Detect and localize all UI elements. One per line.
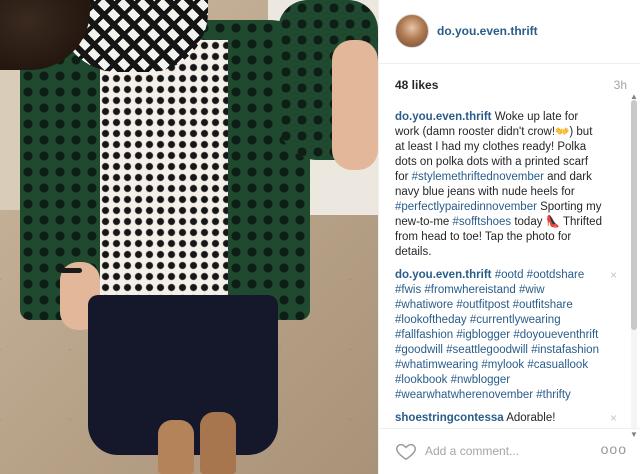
heart-outline-icon[interactable] bbox=[395, 440, 417, 462]
hashtag-link[interactable]: #mylook bbox=[481, 359, 524, 371]
comments-list: do.you.even.thrift Woke up late for work… bbox=[395, 110, 617, 426]
comment-text: today bbox=[511, 216, 546, 228]
hashtag-link[interactable]: #nwblogger bbox=[451, 374, 510, 386]
post-time: 3h bbox=[613, 78, 627, 92]
delete-comment-icon[interactable]: × bbox=[610, 269, 617, 281]
hashtag-link[interactable]: #thrifty bbox=[536, 389, 571, 401]
hashtag-link[interactable]: #outfitpost bbox=[456, 299, 509, 311]
comment-text: Adorable! bbox=[506, 412, 556, 424]
post-stats: 48 likes 3h bbox=[395, 78, 627, 94]
more-options-icon[interactable]: ooo bbox=[601, 441, 627, 457]
comments-scrollbar[interactable] bbox=[631, 100, 637, 430]
hashtag-link[interactable]: #lookbook bbox=[395, 374, 447, 386]
high-heel-emoji: 👠 bbox=[545, 216, 560, 228]
hashtag-link[interactable]: #instafashion bbox=[531, 344, 599, 356]
post-photo[interactable] bbox=[0, 0, 378, 474]
comment-username-link[interactable]: do.you.even.thrift bbox=[395, 269, 491, 281]
hashtag-link[interactable]: #whatimwearing bbox=[395, 359, 478, 371]
post-header: do.you.even.thrift bbox=[379, 0, 640, 64]
comment-item: do.you.even.thrift Woke up late for work… bbox=[395, 110, 617, 260]
hashtag-link[interactable]: #fwis bbox=[395, 284, 421, 296]
comment-username-link[interactable]: shoestringcontessa bbox=[395, 412, 504, 424]
hashtag-link[interactable]: #outfitshare bbox=[513, 299, 573, 311]
left-shoe bbox=[158, 420, 194, 474]
blouse bbox=[100, 40, 228, 320]
hashtag-link[interactable]: #ootdshare bbox=[527, 269, 585, 281]
hashtag-link[interactable]: #fromwhereistand bbox=[424, 284, 515, 296]
right-shoe bbox=[200, 412, 236, 474]
hashtag-link[interactable]: #stylemethriftednovember bbox=[412, 171, 544, 183]
comment-input[interactable] bbox=[425, 439, 585, 463]
hashtag-link[interactable]: #lookoftheday bbox=[395, 314, 467, 326]
header-username-link[interactable]: do.you.even.thrift bbox=[437, 24, 538, 38]
post-sidebar: do.you.even.thrift 48 likes 3h do.you.ev… bbox=[378, 0, 640, 474]
hashtag-link[interactable]: #igblogger bbox=[456, 329, 510, 341]
scrollbar-thumb[interactable] bbox=[631, 100, 637, 330]
hand bbox=[332, 40, 378, 170]
hashtag-link[interactable]: #fallfashion bbox=[395, 329, 453, 341]
scroll-up-arrow-icon[interactable]: ▲ bbox=[630, 92, 638, 101]
post-footer: ooo bbox=[379, 428, 640, 474]
comment-item: do.you.even.thrift #ootd #ootdshare #fwi… bbox=[395, 268, 617, 403]
hashtag-link[interactable]: #wearwhatwherenovember bbox=[395, 389, 533, 401]
hashtag-link[interactable]: #doyoueventhrift bbox=[513, 329, 598, 341]
hashtag-link[interactable]: #wiw bbox=[519, 284, 545, 296]
likes-count[interactable]: 48 likes bbox=[395, 78, 438, 92]
hashtag-link[interactable]: #ootd bbox=[495, 269, 524, 281]
hashtag-link[interactable]: #casuallook bbox=[527, 359, 588, 371]
hashtag-link[interactable]: #seattlegoodwill bbox=[446, 344, 528, 356]
comment-item: shoestringcontessa Adorable! × bbox=[395, 411, 617, 426]
hashtag-link[interactable]: #sofftshoes bbox=[453, 216, 512, 228]
hashtag-link[interactable]: #whatiwore bbox=[395, 299, 453, 311]
hashtag-link[interactable]: #perfectlypairedinnovember bbox=[395, 201, 537, 213]
comment-username-link[interactable]: do.you.even.thrift bbox=[395, 111, 491, 123]
hashtag-link[interactable]: #goodwill bbox=[395, 344, 443, 356]
raised-hands-emoji: 👐 bbox=[555, 126, 570, 138]
bracelet bbox=[60, 268, 82, 273]
delete-comment-icon[interactable]: × bbox=[610, 412, 617, 424]
hashtag-link[interactable]: #currentlywearing bbox=[470, 314, 561, 326]
avatar[interactable] bbox=[395, 14, 429, 48]
